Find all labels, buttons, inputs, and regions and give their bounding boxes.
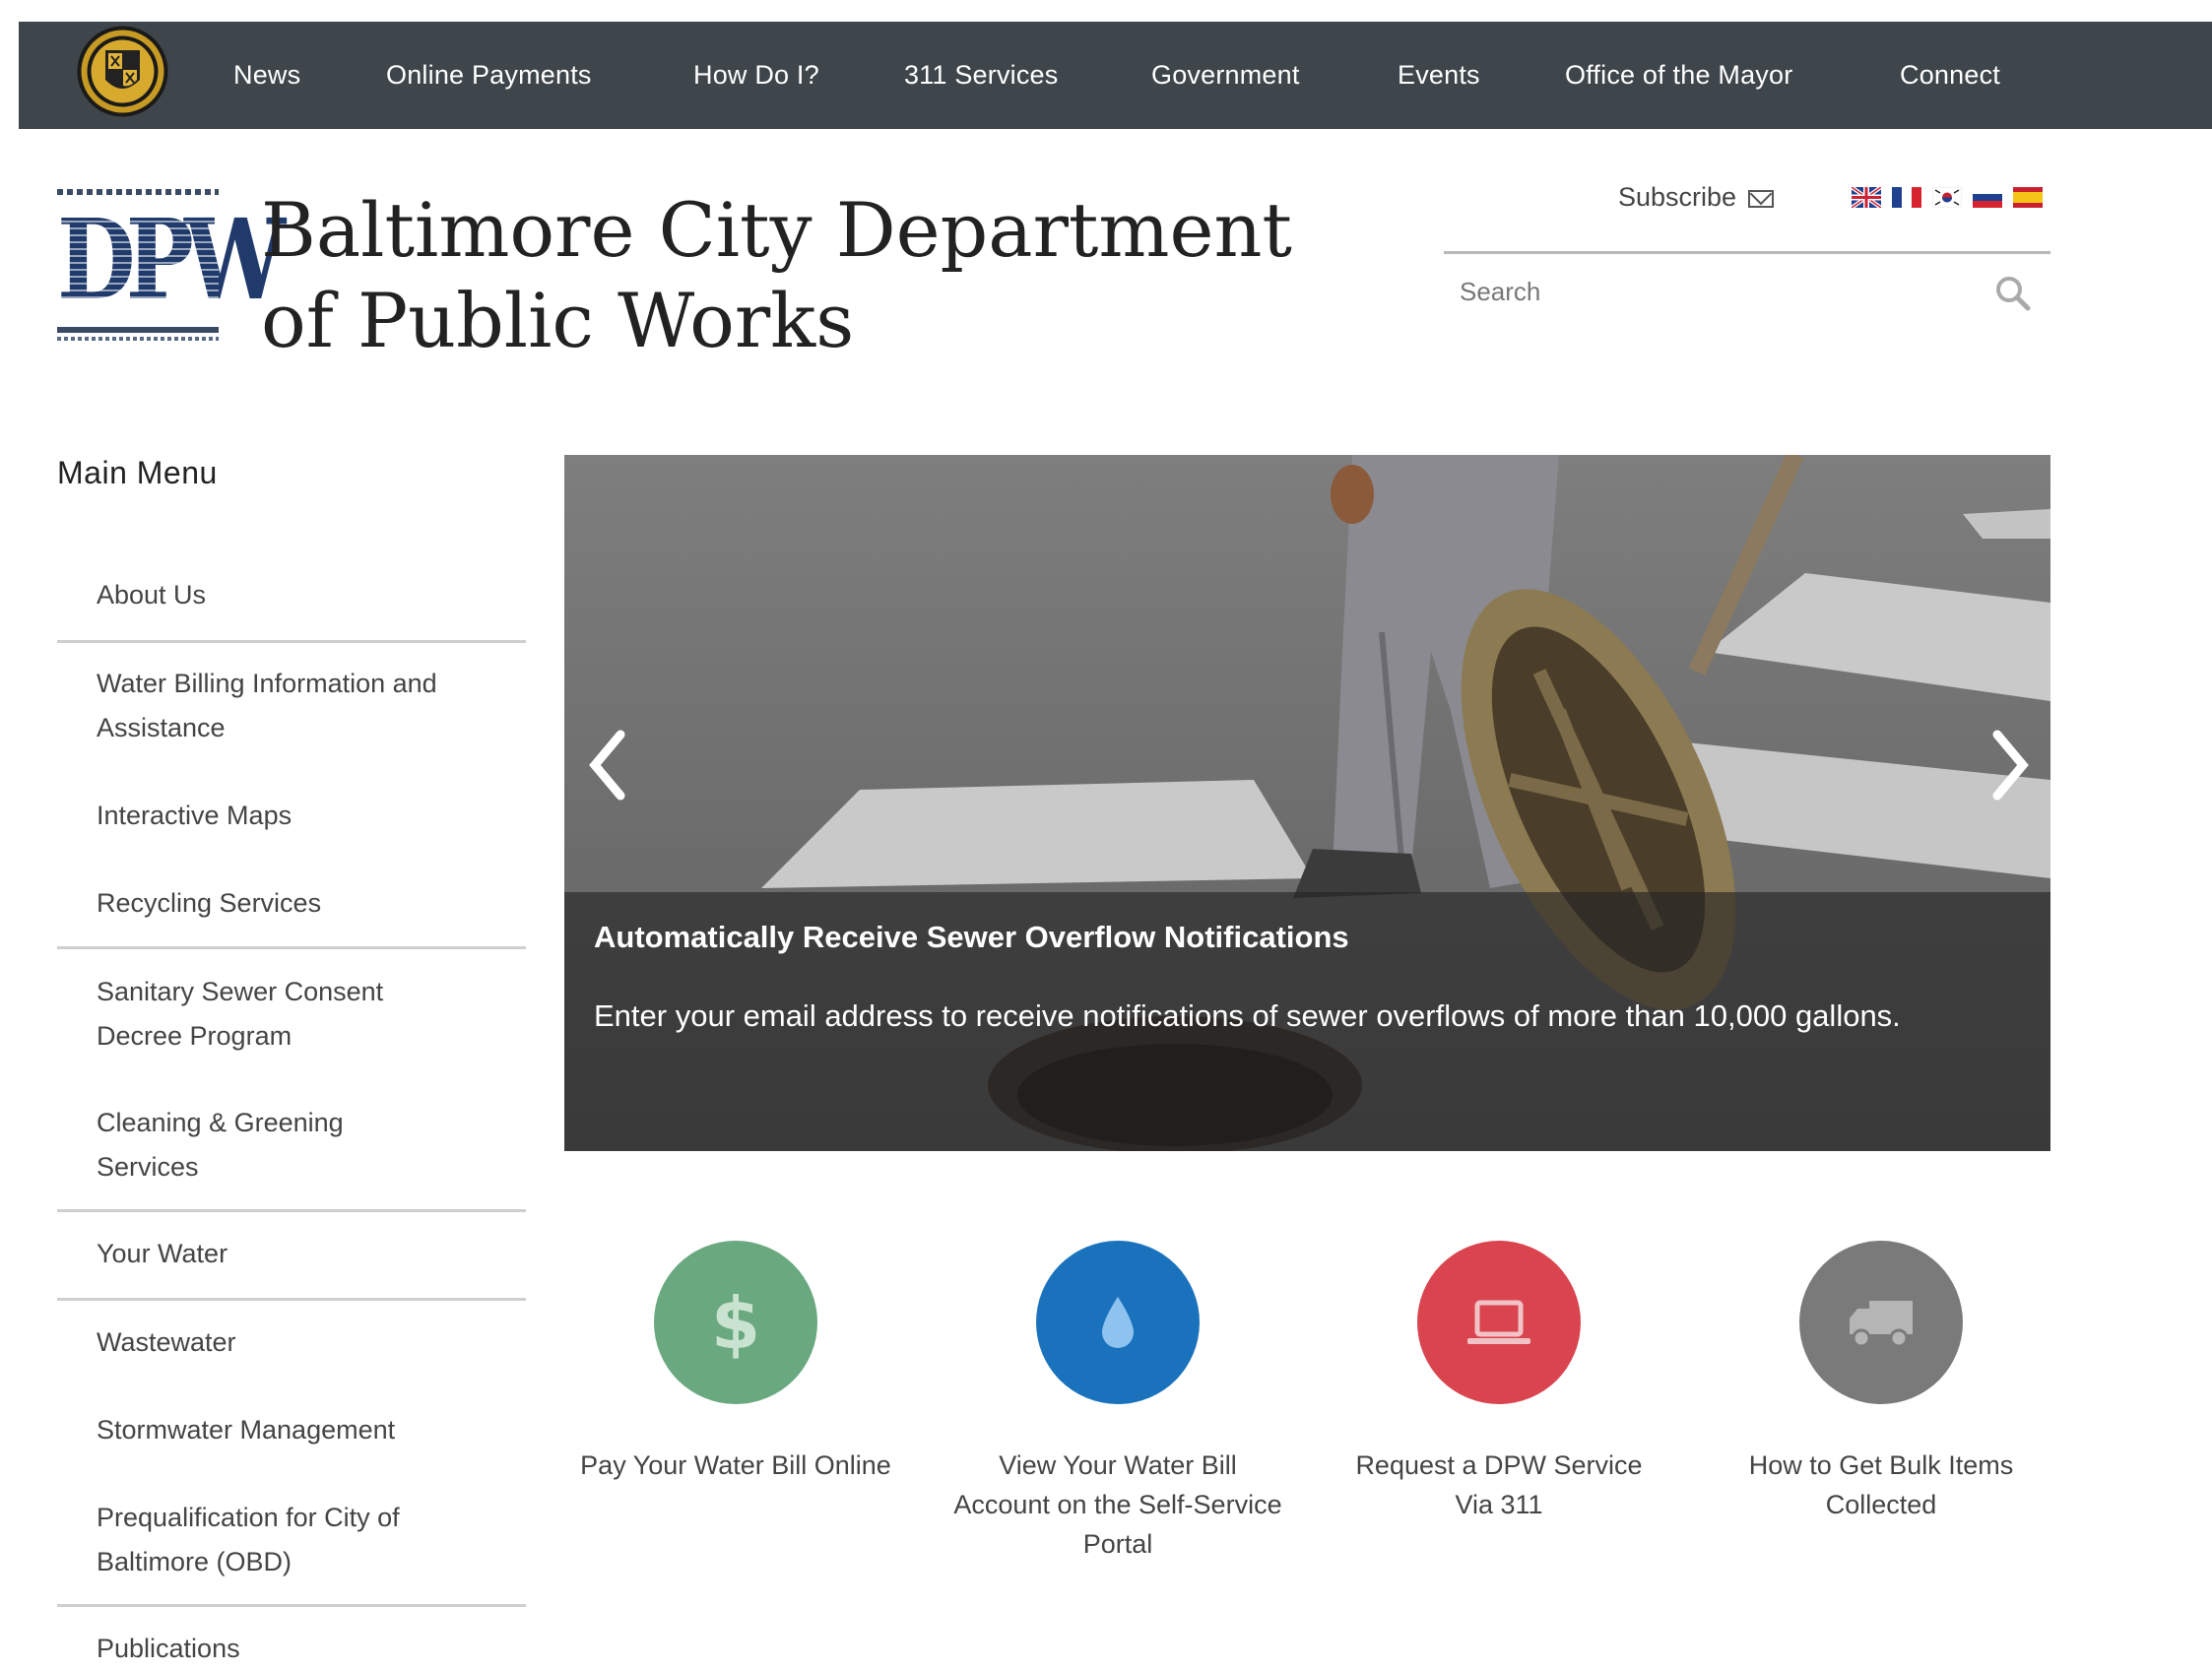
tile-label[interactable]: Pay Your Water Bill Online bbox=[571, 1446, 900, 1485]
tile-label[interactable]: Request a DPW Service Via 311 bbox=[1334, 1446, 1663, 1524]
carousel-caption: Automatically Receive Sewer Overflow Not… bbox=[564, 892, 2050, 1151]
hero-carousel[interactable]: Automatically Receive Sewer Overflow Not… bbox=[564, 455, 2050, 1151]
svg-text:$: $ bbox=[711, 1283, 760, 1362]
logo-bottom-line bbox=[57, 327, 219, 333]
sidebar-item-interactive-maps[interactable]: Interactive Maps bbox=[97, 794, 471, 838]
tile-icon-circle bbox=[1417, 1241, 1581, 1404]
sidebar-divider bbox=[57, 640, 526, 643]
nav-office-of-the-mayor[interactable]: Office of the Mayor bbox=[1565, 22, 1792, 129]
nav-311-services[interactable]: 311 Services bbox=[904, 22, 1058, 129]
logo-top-line bbox=[57, 189, 219, 195]
sidebar-divider bbox=[57, 1298, 526, 1301]
subscribe-label: Subscribe bbox=[1618, 182, 1737, 212]
sidebar-item-prequalification[interactable]: Prequalification for City of Baltimore (… bbox=[97, 1496, 471, 1584]
tile-label[interactable]: View Your Water Bill Account on the Self… bbox=[953, 1446, 1282, 1564]
sidebar-item-recycling-services[interactable]: Recycling Services bbox=[97, 881, 471, 926]
nav-online-payments[interactable]: Online Payments bbox=[386, 22, 592, 129]
search-input[interactable] bbox=[1460, 272, 1972, 311]
tile-icon-circle bbox=[1036, 1241, 1200, 1404]
logo-stripes bbox=[57, 203, 219, 319]
nav-events[interactable]: Events bbox=[1398, 22, 1480, 129]
search-icon[interactable] bbox=[1993, 274, 2033, 313]
nav-how-do-i[interactable]: How Do I? bbox=[693, 22, 819, 129]
truck-icon bbox=[1850, 1301, 1913, 1348]
city-seal-logo[interactable] bbox=[76, 25, 169, 118]
carousel-next-arrow-icon[interactable] bbox=[1980, 721, 2039, 809]
carousel-caption-title[interactable]: Automatically Receive Sewer Overflow Not… bbox=[594, 920, 1349, 955]
logo-tagline-line bbox=[57, 337, 219, 341]
carousel-caption-text: Enter your email address to receive noti… bbox=[594, 998, 1901, 1033]
main-menu-title: Main Menu bbox=[57, 455, 218, 490]
flag-spain-icon[interactable] bbox=[2013, 187, 2043, 208]
nav-government[interactable]: Government bbox=[1151, 22, 1300, 129]
tile-icon-circle bbox=[1799, 1241, 1963, 1404]
dpw-logo[interactable]: DPW bbox=[57, 189, 286, 345]
sidebar-item-your-water[interactable]: Your Water bbox=[97, 1232, 471, 1276]
subscribe-link[interactable]: Subscribe bbox=[1618, 182, 1774, 213]
carousel-prev-arrow-icon[interactable] bbox=[579, 721, 638, 809]
flag-korea-icon[interactable] bbox=[1932, 187, 1962, 208]
sidebar-divider bbox=[57, 946, 526, 949]
sidebar-item-water-billing[interactable]: Water Billing Information and Assistance bbox=[97, 662, 451, 750]
top-navigation-bar: News Online Payments How Do I? 311 Servi… bbox=[19, 22, 2212, 129]
sidebar-item-stormwater[interactable]: Stormwater Management bbox=[97, 1408, 471, 1452]
tile-label[interactable]: How to Get Bulk Items Collected bbox=[1717, 1446, 2046, 1524]
water-drop-icon bbox=[1102, 1297, 1134, 1348]
sidebar-item-publications[interactable]: Publications bbox=[97, 1627, 471, 1671]
sidebar-item-consent-decree[interactable]: Sanitary Sewer Consent Decree Program bbox=[97, 970, 451, 1059]
sidebar-item-cleaning-greening[interactable]: Cleaning & Greening Services bbox=[97, 1101, 422, 1189]
tile-icon-circle: $ bbox=[654, 1241, 817, 1404]
mail-icon bbox=[1747, 189, 1774, 208]
laptop-icon bbox=[1467, 1300, 1530, 1344]
flag-russia-icon[interactable] bbox=[1973, 187, 2002, 208]
search-underline bbox=[1444, 251, 2050, 254]
sidebar-item-about-us[interactable]: About Us bbox=[97, 573, 471, 617]
sidebar-item-wastewater[interactable]: Wastewater bbox=[97, 1320, 471, 1365]
sidebar-divider bbox=[57, 1209, 526, 1212]
dollar-icon: $ bbox=[711, 1283, 760, 1362]
flag-france-icon[interactable] bbox=[1892, 187, 1921, 208]
nav-connect[interactable]: Connect bbox=[1900, 22, 2000, 129]
nav-news[interactable]: News bbox=[233, 22, 300, 129]
sidebar-divider bbox=[57, 1604, 526, 1607]
page-title: Baltimore City Department of Public Work… bbox=[261, 186, 1292, 364]
flag-uk-icon[interactable] bbox=[1852, 187, 1881, 208]
